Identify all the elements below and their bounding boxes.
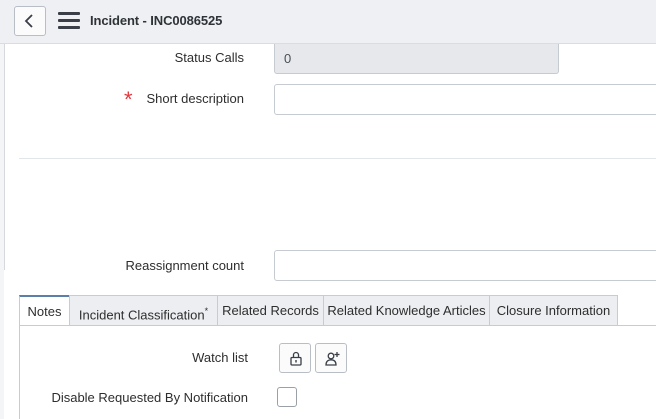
hamburger-menu-icon[interactable] bbox=[58, 12, 80, 32]
tab-notes[interactable]: Notes bbox=[19, 295, 70, 326]
tab-incident-classification[interactable]: Incident Classification* bbox=[69, 295, 218, 326]
short-description-label: Short description bbox=[146, 91, 244, 106]
watch-list-label: Watch list bbox=[192, 350, 248, 365]
mandatory-mark: * bbox=[204, 306, 209, 316]
tab-label: Related Knowledge Articles bbox=[327, 303, 486, 318]
form-header: Incident - INC0086525 bbox=[0, 0, 656, 44]
page-title: Incident - INC0086525 bbox=[90, 13, 223, 28]
tab-related-knowledge-articles[interactable]: Related Knowledge Articles bbox=[323, 295, 490, 326]
lock-icon bbox=[290, 351, 302, 366]
disable-notification-label: Disable Requested By Notification bbox=[51, 390, 248, 405]
tab-label: Notes bbox=[27, 304, 62, 319]
tab-closure-information[interactable]: Closure Information bbox=[489, 295, 618, 326]
disable-notification-checkbox[interactable] bbox=[277, 387, 297, 407]
status-calls-label: Status Calls bbox=[174, 50, 244, 65]
reassignment-count-input[interactable] bbox=[274, 250, 656, 281]
watch-list-unlock-button[interactable] bbox=[279, 343, 311, 373]
back-chevron-icon bbox=[24, 14, 33, 28]
short-description-input[interactable] bbox=[274, 84, 656, 115]
required-mark: * bbox=[124, 87, 133, 112]
section-divider bbox=[19, 158, 656, 159]
watch-list-add-me-button[interactable] bbox=[315, 343, 347, 373]
status-calls-field: 0 bbox=[274, 44, 559, 74]
tab-related-records[interactable]: Related Records bbox=[217, 295, 324, 326]
add-user-icon bbox=[325, 352, 340, 366]
tab-label: Closure Information bbox=[496, 303, 611, 318]
tab-label: Related Records bbox=[222, 303, 319, 318]
tab-label: Incident Classification bbox=[78, 307, 205, 323]
back-button[interactable] bbox=[14, 6, 46, 36]
reassignment-count-label: Reassignment count bbox=[125, 258, 244, 273]
left-edge-divider bbox=[4, 44, 5, 270]
